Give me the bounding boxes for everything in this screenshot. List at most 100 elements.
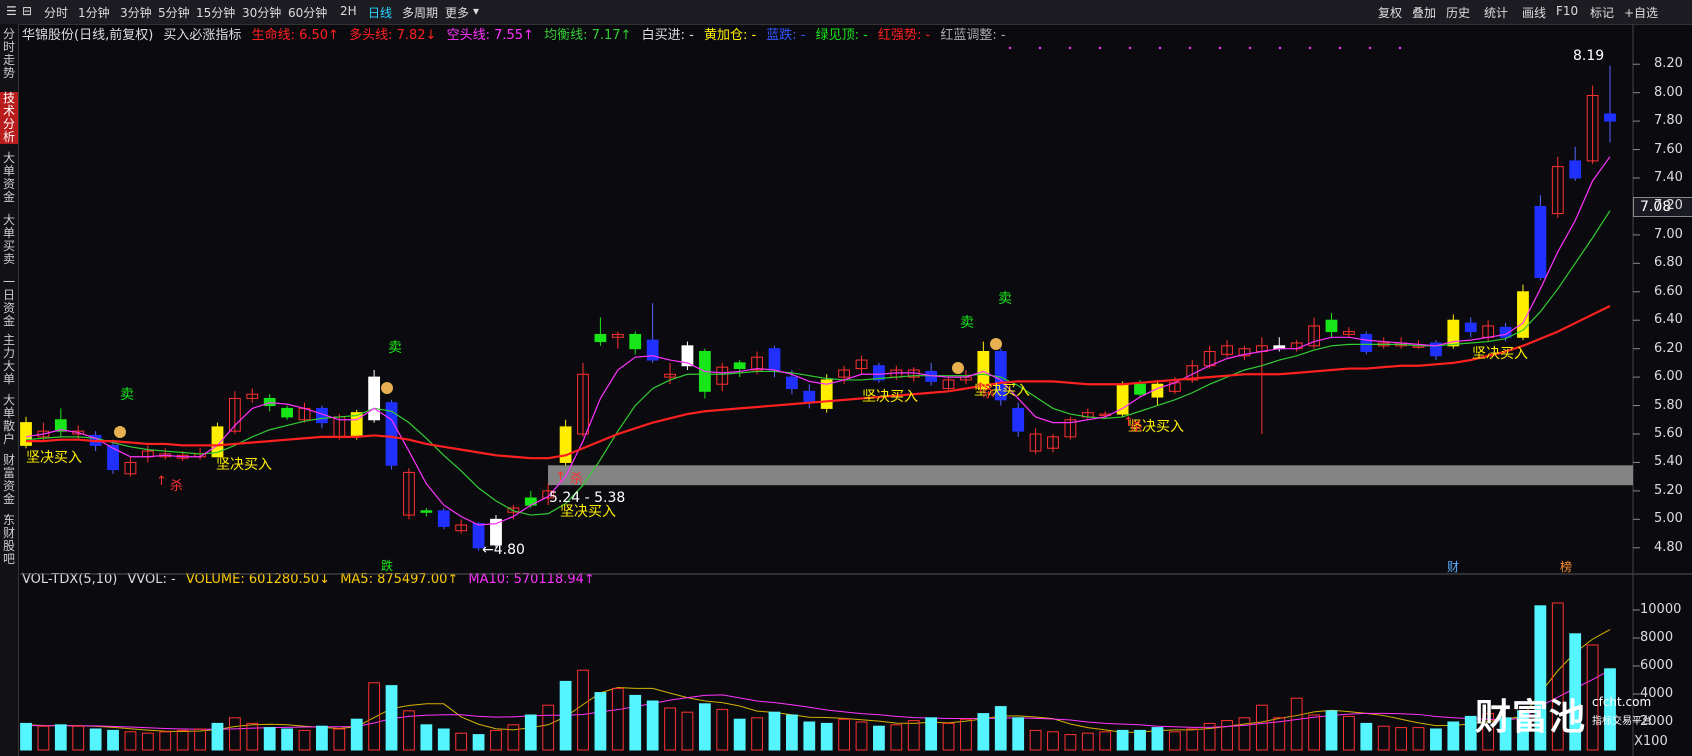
- volume-bar: [194, 728, 206, 751]
- volume-bar: [350, 718, 363, 751]
- kill-arrow-icon: ↑: [156, 474, 167, 489]
- volume-bar: [107, 729, 119, 751]
- kill-label: 杀: [570, 472, 583, 487]
- volume-bar: [1151, 727, 1164, 751]
- volume-bar: [716, 708, 729, 751]
- candle-body: [1360, 333, 1373, 353]
- signal-dot: [1218, 46, 1222, 50]
- signal-dot: [1128, 46, 1132, 50]
- volume-bar: [1604, 668, 1616, 751]
- volume-bar: [733, 718, 746, 751]
- volume-bar: [994, 706, 1007, 751]
- life-line: [26, 305, 1611, 460]
- candle-body: [385, 402, 398, 466]
- volume-bar: [211, 722, 224, 751]
- volume-tick-label: 4000: [1640, 686, 1674, 701]
- price-tick-label: 5.80: [1654, 397, 1683, 413]
- volume-bar: [1099, 731, 1112, 751]
- volume-ma10-line: [25, 669, 1611, 730]
- price-tick-label: 8.00: [1654, 84, 1683, 100]
- volume-bar: [698, 703, 711, 751]
- firm-buy-label: 坚决买入: [1472, 346, 1528, 362]
- price-tick-label: 6.00: [1654, 369, 1683, 385]
- money-bag-icon: [381, 382, 393, 394]
- volume-bar: [455, 732, 468, 751]
- price-tick-label: 7.60: [1654, 141, 1683, 157]
- volume-bar: [490, 729, 502, 751]
- volume-bar: [507, 724, 520, 751]
- volume-bar: [89, 728, 102, 751]
- volume-bar: [1186, 728, 1199, 751]
- volume-bar: [646, 700, 659, 751]
- candle-body: [733, 362, 746, 370]
- volume-bar: [559, 680, 572, 751]
- volume-bar: [1168, 731, 1181, 751]
- signal-dot: [1338, 46, 1342, 50]
- volume-bar: [246, 722, 259, 751]
- volume-bar: [1221, 720, 1233, 751]
- price-tick-label: 5.20: [1654, 482, 1683, 498]
- signal-dot: [1068, 46, 1072, 50]
- volume-bar: [472, 734, 485, 751]
- candle-body: [437, 510, 450, 527]
- sell-label: 卖: [120, 387, 134, 403]
- volume-bar: [1308, 714, 1320, 751]
- signal-dot: [1008, 46, 1012, 50]
- candle-body: [803, 390, 816, 404]
- price-tick-label: 5.60: [1654, 426, 1683, 441]
- volume-bar: [37, 725, 50, 751]
- candle-body: [1012, 407, 1025, 432]
- kill-arrow-icon: ↑: [1123, 415, 1134, 430]
- volume-bar: [542, 704, 555, 751]
- volume-bar: [316, 725, 328, 751]
- price-tick-label: 5.00: [1654, 511, 1683, 527]
- candle-body: [1325, 319, 1338, 333]
- volume-bar: [1360, 722, 1373, 751]
- candle-body: [524, 497, 537, 506]
- volume-bar: [1325, 710, 1338, 751]
- signal-dot: [1098, 46, 1102, 50]
- volume-bar: [785, 714, 798, 751]
- volume-bar: [281, 728, 293, 751]
- volume-bar: [228, 717, 241, 751]
- volume-bar: [664, 707, 676, 751]
- volume-bar: [1290, 697, 1303, 751]
- volume-bar: [420, 724, 433, 751]
- kline-chart[interactable]: 8.19←4.805.24 - 5.38坚决买入 坚决买入坚决买入坚决买入 坚决买入…: [0, 0, 1692, 756]
- price-tick-label: 7.20: [1654, 198, 1683, 214]
- volume-bar: [1029, 729, 1042, 751]
- volume-bar: [1012, 717, 1025, 751]
- volume-tick-label: 10000: [1640, 602, 1682, 617]
- volume-bar: [890, 724, 903, 751]
- candle-body: [368, 376, 381, 421]
- volume-bar: [925, 717, 938, 751]
- volume-bar: [1377, 725, 1390, 751]
- volume-bar: [1447, 721, 1460, 751]
- volume-tick-label: 8000: [1640, 630, 1674, 645]
- volume-bar: [1116, 729, 1129, 751]
- candle-body: [559, 426, 572, 463]
- signal-dot: [1398, 46, 1402, 50]
- price-tick-label: 6.40: [1654, 312, 1683, 328]
- volume-bar: [855, 721, 868, 751]
- volume-bar: [960, 718, 972, 751]
- support-zone: [548, 465, 1633, 486]
- volume-bar: [751, 717, 763, 751]
- price-tick-label: 6.20: [1654, 340, 1683, 356]
- volume-bar: [1255, 704, 1268, 751]
- fall-label: 跌: [381, 558, 393, 573]
- volume-bar: [159, 731, 172, 751]
- volume-bar: [1047, 731, 1059, 751]
- candle-body: [1464, 322, 1477, 333]
- volume-bar: [1238, 717, 1251, 751]
- rank-marker: 榜: [1560, 559, 1572, 574]
- money-bag-icon: [952, 362, 964, 374]
- volume-bar: [141, 732, 154, 751]
- firm-buy-label: 坚决买入: [560, 504, 616, 520]
- volume-tick-label: 2000: [1640, 714, 1674, 729]
- price-tick-label: 4.80: [1654, 539, 1683, 555]
- volume-bar: [977, 713, 990, 751]
- candle-body: [768, 348, 781, 371]
- low-price-label: ←4.80: [482, 542, 525, 558]
- candle-body: [281, 407, 293, 418]
